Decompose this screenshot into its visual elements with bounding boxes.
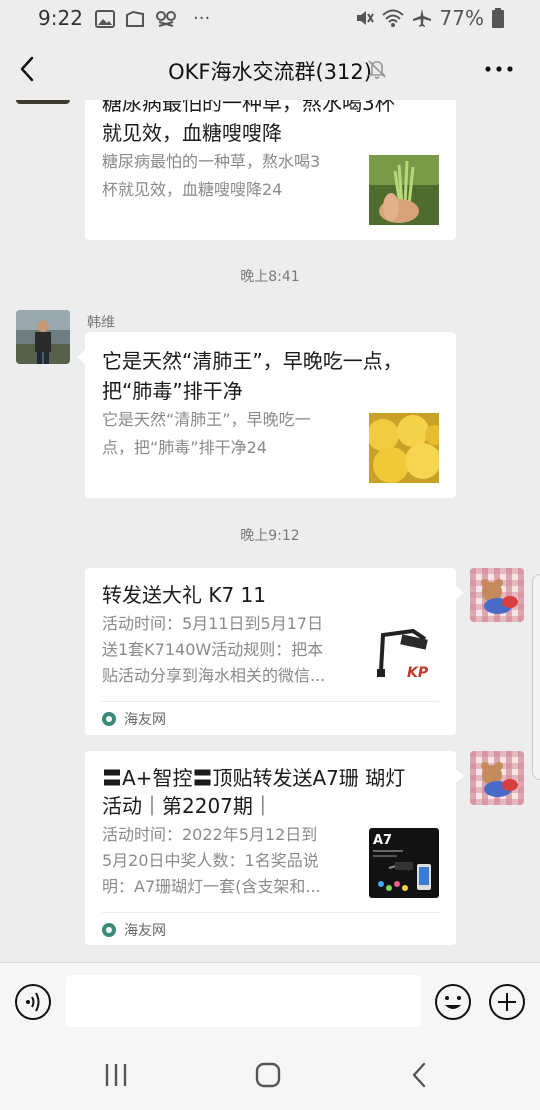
- home-icon[interactable]: [250, 1058, 286, 1092]
- card-title: 转发送大礼 K7 11: [102, 583, 267, 607]
- link-card-k7-giveaway[interactable]: 转发送大礼 K7 11 活动时间：5月11日到5月17日 送1套K7140W活动…: [85, 568, 464, 735]
- card-source: 海友网: [102, 709, 166, 729]
- divider: [102, 912, 439, 913]
- a7-light-product-image: A7: [369, 828, 439, 898]
- avatar[interactable]: [470, 568, 524, 622]
- bear-avatar-image: [470, 568, 524, 622]
- more-icon[interactable]: [482, 54, 516, 84]
- card-title: 活动｜第2207期｜: [102, 794, 273, 818]
- timestamp: 晚上8:41: [240, 269, 300, 285]
- card-title: 把“肺毒”排干净: [102, 379, 243, 403]
- card-title: 就见效，血糖嗖嗖降: [102, 121, 282, 145]
- status-time: 9:22: [38, 6, 83, 30]
- bubble-tail: [456, 586, 464, 600]
- card-thumbnail: KP: [369, 621, 439, 691]
- haiyou-logo-icon: [102, 923, 116, 937]
- bubble-tail: [456, 769, 464, 783]
- card-description: 点，把“肺毒”排干净24: [102, 438, 267, 457]
- card-description: 活动时间：5月11日到5月17日: [102, 614, 324, 633]
- card-source: 海友网: [102, 920, 166, 940]
- status-system-icons: 77%: [354, 6, 504, 30]
- card-thumbnail: [369, 413, 439, 483]
- card-title: 它是天然“清肺王”，早晚吃一点，: [102, 349, 403, 373]
- card-description: 活动时间：2022年5月12日到: [102, 825, 318, 844]
- card-thumbnail: A7: [369, 828, 439, 898]
- emoji-icon[interactable]: [434, 983, 472, 1021]
- input-bar: [0, 962, 540, 1040]
- card-description: 糖尿病最怕的一种草，熬水喝3: [102, 152, 321, 171]
- thumb-brand-text: KP: [407, 665, 429, 681]
- card-title: 糖尿病最怕的一种草，熬水喝3杯: [102, 100, 395, 115]
- folder-icon: [126, 10, 144, 27]
- voice-icon[interactable]: [14, 983, 52, 1021]
- avatar[interactable]: [470, 751, 524, 805]
- back-icon[interactable]: [402, 1058, 438, 1092]
- lamp-product-image: KP: [369, 621, 439, 691]
- source-label: 海友网: [124, 923, 166, 939]
- bear-avatar-image: [470, 751, 524, 805]
- link-card-lung-cleanser[interactable]: 它是天然“清肺王”，早晚吃一点， 把“肺毒”排干净 它是天然“清肺王”，早晚吃一…: [77, 332, 456, 498]
- card-description: 杯就见效，血糖嗖嗖降24: [102, 180, 283, 199]
- avatar[interactable]: [16, 100, 70, 104]
- system-navigation-bar: [0, 1040, 540, 1110]
- herb-thumbnail-image: [369, 155, 439, 225]
- airplane-icon: [412, 9, 431, 27]
- chat-title: OKF海水交流群(312): [168, 60, 372, 84]
- link-card-a7-giveaway[interactable]: 〓A+智控〓顶贴转发送A7珊 瑚灯 活动｜第2207期｜ 活动时间：2022年5…: [85, 751, 464, 945]
- avatar[interactable]: [16, 310, 70, 364]
- avatar-photo: [16, 310, 70, 364]
- chat-header: OKF海水交流群(312): [0, 38, 540, 100]
- image-icon: [95, 9, 115, 28]
- bell-off-icon: [368, 60, 386, 79]
- divider: [102, 701, 439, 702]
- card-description: 5月20日中奖人数：1名奖品说: [102, 851, 319, 870]
- fruit-thumbnail-image: [369, 413, 439, 483]
- bubble-tail: [77, 350, 85, 364]
- card-description: 贴活动分享到海水相关的微信...: [102, 666, 326, 685]
- status-bar: 9:22 ··· 77%: [0, 0, 540, 38]
- card-description: 送1套K7140W活动规则：把本: [102, 640, 324, 659]
- haiyou-logo-icon: [102, 712, 116, 726]
- status-notification-icons: ···: [95, 8, 210, 29]
- source-label: 海友网: [124, 712, 166, 728]
- battery-percent: 77%: [439, 6, 484, 30]
- card-thumbnail: [369, 155, 439, 225]
- voicemail-icon: [156, 10, 176, 27]
- recents-icon[interactable]: [98, 1058, 134, 1092]
- mute-icon: [356, 11, 374, 25]
- card-description: 它是天然“清肺王”，早晚吃一: [102, 410, 311, 429]
- timestamp: 晚上9:12: [240, 528, 300, 544]
- thumb-brand-text: A7: [373, 833, 392, 848]
- plus-icon[interactable]: [488, 983, 526, 1021]
- chat-messages[interactable]: 糖尿病最怕的一种草，熬水喝3杯 就见效，血糖嗖嗖降 糖尿病最怕的一种草，熬水喝3…: [0, 100, 540, 962]
- link-card-diabetes-grass[interactable]: 糖尿病最怕的一种草，熬水喝3杯 就见效，血糖嗖嗖降 糖尿病最怕的一种草，熬水喝3…: [85, 100, 456, 240]
- wifi-icon: [381, 9, 404, 27]
- card-description: 明：A7珊瑚灯一套(含支架和...: [102, 877, 321, 896]
- message-input[interactable]: [66, 975, 421, 1027]
- card-title: 〓A+智控〓顶贴转发送A7珊 瑚灯: [102, 766, 406, 790]
- battery-icon: [492, 8, 504, 28]
- status-overflow: ···: [193, 8, 211, 29]
- sender-name: 韩维: [87, 315, 115, 331]
- edge-panel-handle[interactable]: [532, 574, 540, 780]
